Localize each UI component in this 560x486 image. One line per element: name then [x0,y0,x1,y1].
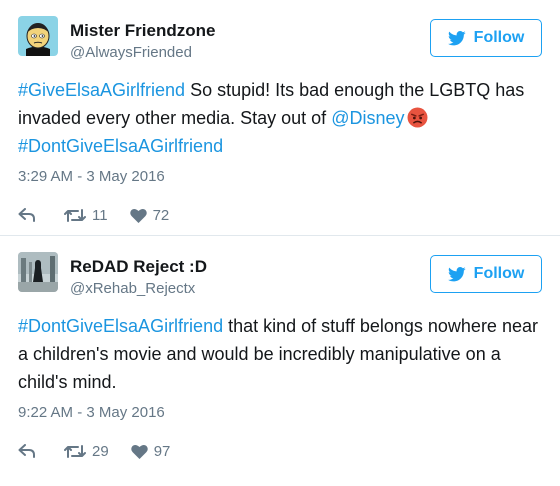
tweet-text: #GiveElsaAGirlfriend So stupid! Its bad … [18,76,542,160]
like-count: 72 [152,206,170,224]
retweet-button[interactable]: 11 [64,207,108,224]
tweet-timestamp[interactable]: 3:29 AM - 3 May 2016 [18,168,542,185]
like-count: 97 [153,442,171,460]
avatar[interactable] [18,252,58,292]
hashtag-link[interactable]: #GiveElsaAGirlfriend [18,80,185,100]
reply-button[interactable] [18,444,38,458]
reply-button[interactable] [18,208,38,222]
mention-link[interactable]: @Disney [331,108,404,128]
user-name[interactable]: Mister Friendzone [70,21,215,41]
avatar[interactable] [18,16,58,56]
follow-button[interactable]: Follow [430,19,542,57]
angry-face-emoji [407,107,428,128]
follow-label: Follow [473,265,525,282]
retweet-button[interactable]: 29 [64,443,109,460]
heart-icon [130,444,148,459]
retweet-icon [64,444,86,458]
like-button[interactable]: 97 [130,442,171,460]
tweet-actions: 11 72 [18,205,542,225]
tweet-actions: 29 97 [18,441,542,461]
tweet-header: ReDAD Reject :D @xRehab_Rejectx Follow [18,236,542,298]
retweet-icon [64,208,86,222]
retweet-count: 11 [92,206,108,224]
tweet-timestamp[interactable]: 9:22 AM - 3 May 2016 [18,404,542,421]
twitter-bird-icon [447,30,466,45]
tweet-card: Mister Friendzone @AlwaysFriended Follow… [0,0,560,236]
hashtag-link[interactable]: #DontGiveElsaAGirlfriend [18,136,223,156]
retweet-count: 29 [92,442,109,460]
user-handle[interactable]: @xRehab_Rejectx [70,280,195,297]
tweet-card: ReDAD Reject :D @xRehab_Rejectx Follow #… [0,236,560,486]
tweet-header: Mister Friendzone @AlwaysFriended Follow [18,0,542,62]
reply-icon [18,208,35,222]
like-button[interactable]: 72 [129,206,170,224]
tweet-text: #DontGiveElsaAGirlfriend that kind of st… [18,312,542,396]
twitter-bird-icon [447,266,466,281]
reply-icon [18,444,35,458]
hashtag-link[interactable]: #DontGiveElsaAGirlfriend [18,316,223,336]
user-handle[interactable]: @AlwaysFriended [70,44,192,61]
user-name[interactable]: ReDAD Reject :D [70,257,207,277]
follow-button[interactable]: Follow [430,255,542,293]
heart-icon [129,208,147,223]
follow-label: Follow [473,29,525,46]
